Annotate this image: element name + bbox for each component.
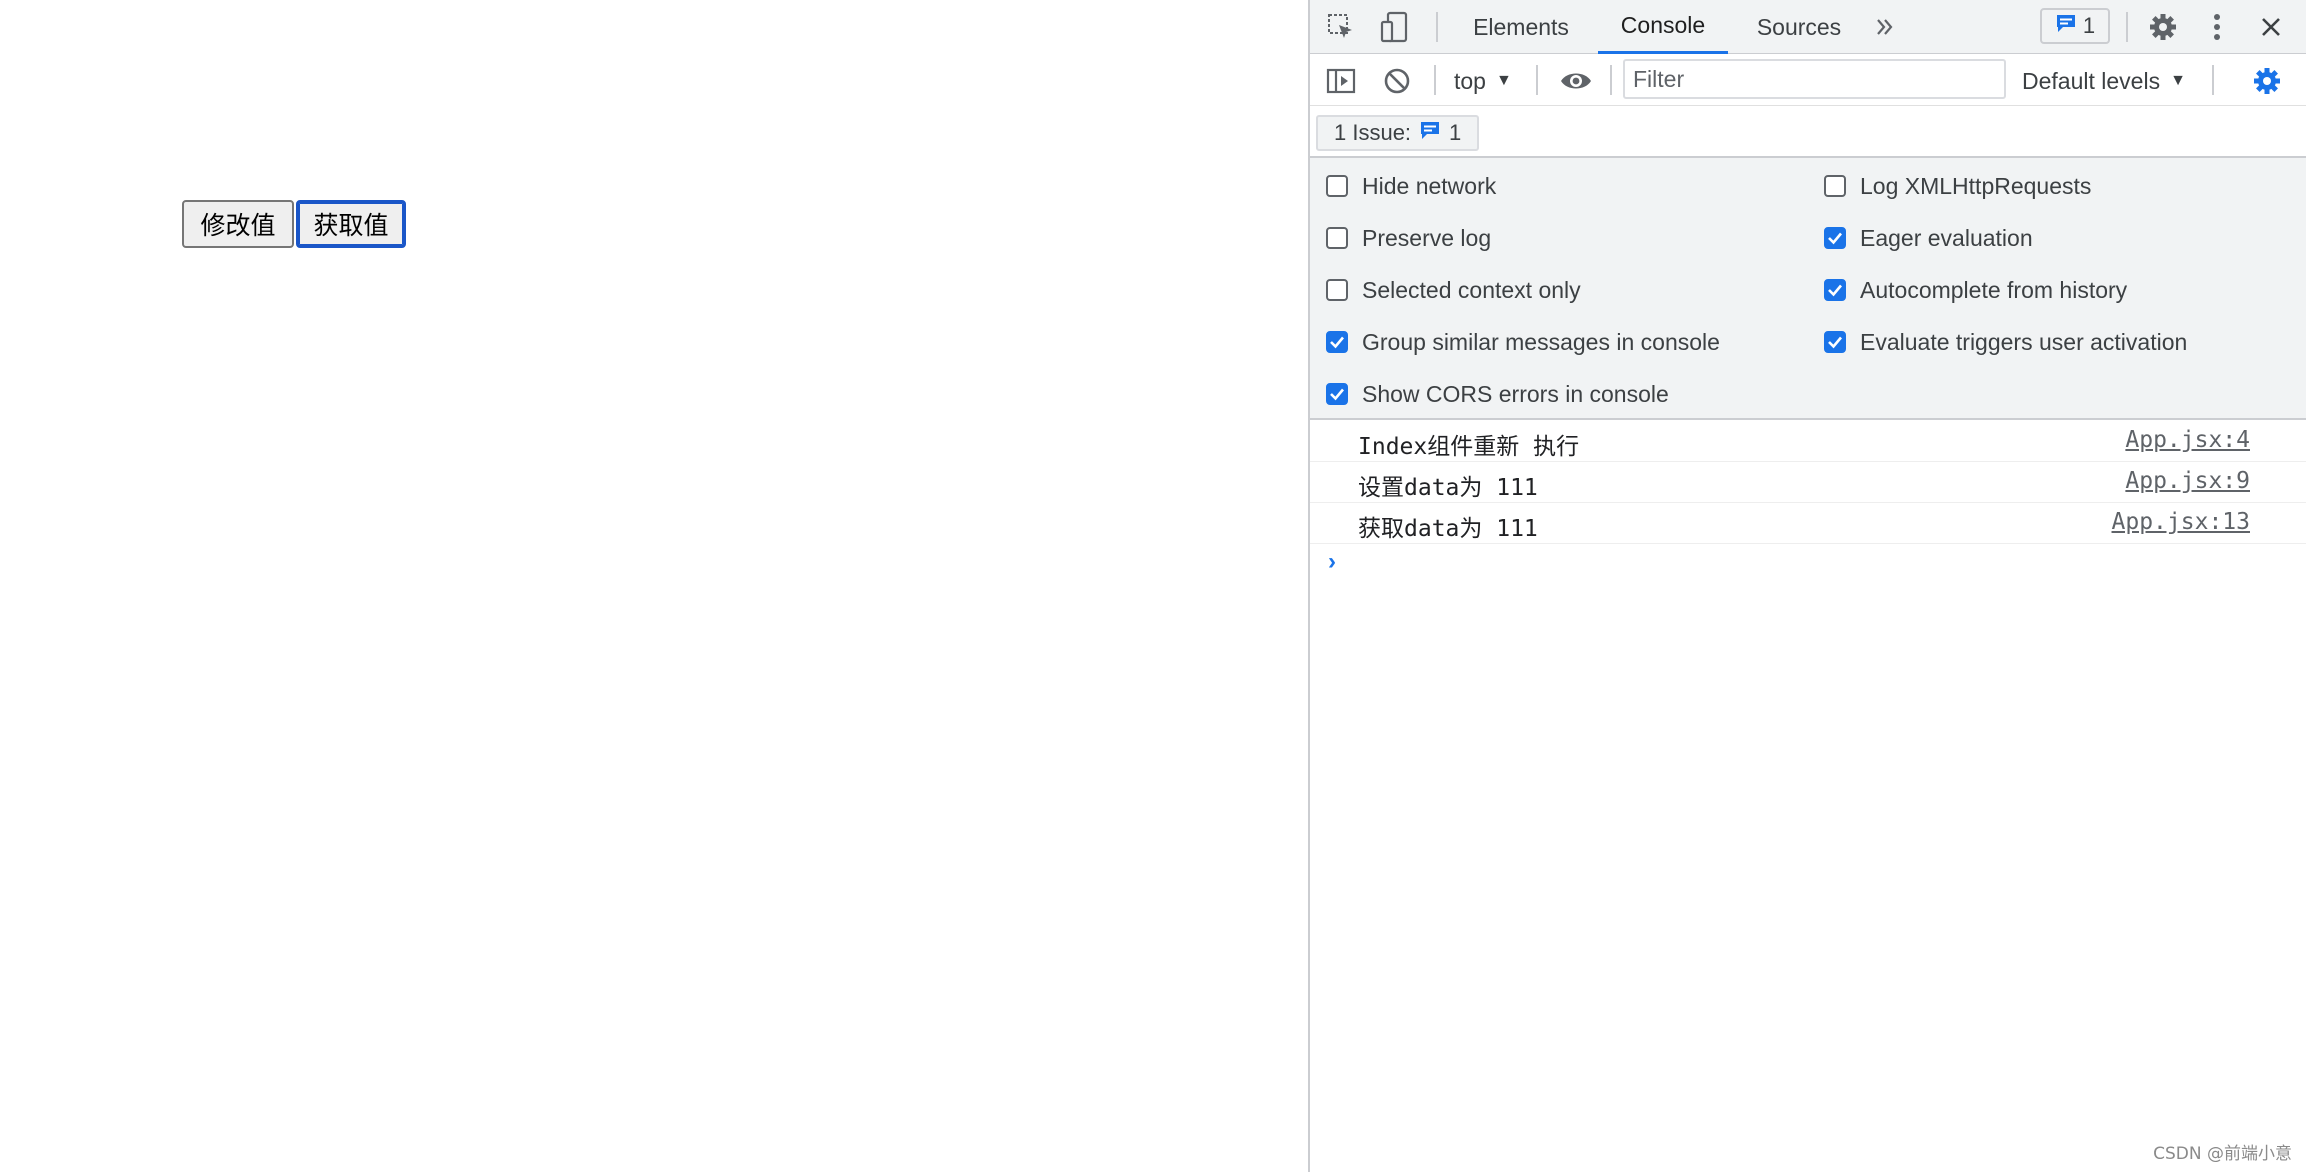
toolbar-separator (1536, 65, 1538, 95)
chevron-double-right-icon[interactable] (1870, 12, 1900, 42)
checkbox[interactable] (1326, 279, 1348, 301)
page-viewport: 修改值 获取值 (0, 0, 1308, 1172)
checkbox[interactable] (1326, 227, 1348, 249)
toolbar-separator (1610, 65, 1612, 95)
console-messages: Index组件重新 执行 App.jsx:4 设置data为 111 App.j… (1310, 421, 2306, 584)
caret-down-icon: ▼ (1495, 72, 1512, 89)
issues-badge-count: 1 (2082, 13, 2096, 38)
setting-autocomplete-history[interactable]: Autocomplete from history (1824, 270, 2127, 310)
toolbar-separator (1436, 12, 1438, 42)
console-settings-pane: Hide network Preserve log Selected conte… (1310, 158, 2306, 420)
issues-label: 1 Issue: (1334, 120, 1412, 145)
issues-bar: 1 Issue: 1 (1310, 107, 2306, 158)
checkbox[interactable] (1824, 227, 1846, 249)
checkbox[interactable] (1824, 175, 1846, 197)
prompt-chevron-icon: › (1328, 548, 1336, 575)
devtools-main-toolbar: Elements Console Sources 1 (1310, 0, 2306, 54)
console-toolbar: top ▼ Default levels ▼ (1310, 55, 2306, 106)
setting-label: Group similar messages in console (1362, 328, 1720, 355)
log-levels-selector[interactable]: Default levels ▼ (2022, 65, 2186, 97)
issues-link-button[interactable]: 1 Issue: 1 (1316, 115, 1480, 151)
setting-label: Selected context only (1362, 276, 1581, 303)
checkbox[interactable] (1326, 331, 1348, 353)
sidebar-toggle-icon[interactable] (1324, 64, 1358, 98)
message-text: 获取data为 111 (1358, 516, 1538, 542)
source-link[interactable]: App.jsx:9 (2125, 468, 2250, 494)
context-selector[interactable]: top ▼ (1454, 65, 1512, 97)
console-message: 设置data为 111 App.jsx:9 (1310, 462, 2306, 503)
settings-gear-icon[interactable] (2146, 10, 2180, 44)
checkbox[interactable] (1824, 279, 1846, 301)
setting-selected-context-only[interactable]: Selected context only (1326, 270, 1581, 310)
setting-label: Autocomplete from history (1860, 276, 2128, 303)
tab-console[interactable]: Console (1598, 0, 1728, 54)
toolbar-separator (2126, 12, 2128, 42)
message-text: Index组件重新 执行 (1358, 434, 1580, 460)
caret-down-icon: ▼ (2170, 72, 2186, 89)
close-icon[interactable] (2254, 10, 2288, 44)
setting-log-xmlhttprequests[interactable]: Log XMLHttpRequests (1824, 166, 2091, 206)
tab-sources[interactable]: Sources (1742, 0, 1856, 54)
tab-elements[interactable]: Elements (1458, 0, 1584, 54)
setting-show-cors-errors[interactable]: Show CORS errors in console (1326, 374, 1669, 414)
watermark: CSDN @前端小意 (2153, 1144, 2292, 1164)
setting-label: Evaluate triggers user activation (1860, 328, 2188, 355)
setting-preserve-log[interactable]: Preserve log (1326, 218, 1491, 258)
source-link[interactable]: App.jsx:13 (2112, 509, 2250, 535)
setting-label: Hide network (1362, 172, 1497, 199)
more-options-icon[interactable] (2200, 10, 2234, 44)
toolbar-separator (2212, 65, 2214, 95)
issues-badge-button[interactable]: 1 (2040, 8, 2110, 44)
setting-label: Eager evaluation (1860, 224, 2033, 251)
live-expression-eye-icon[interactable] (1556, 64, 1596, 98)
setting-group-similar[interactable]: Group similar messages in console (1326, 322, 1720, 362)
log-levels-label: Default levels (2022, 67, 2161, 94)
issues-count: 1 (1449, 120, 1462, 145)
console-prompt[interactable]: › (1310, 544, 2306, 584)
device-toolbar-icon[interactable] (1378, 8, 1412, 46)
filter-input[interactable] (1623, 59, 2006, 99)
checkbox[interactable] (1824, 331, 1846, 353)
message-text: 设置data为 111 (1358, 475, 1538, 501)
message-icon (1419, 119, 1441, 147)
checkbox[interactable] (1326, 383, 1348, 405)
message-icon (2055, 12, 2077, 40)
clear-console-icon[interactable] (1380, 64, 1414, 98)
console-message: Index组件重新 执行 App.jsx:4 (1310, 421, 2306, 462)
setting-hide-network[interactable]: Hide network (1326, 166, 1496, 206)
source-link[interactable]: App.jsx:4 (2125, 427, 2250, 453)
context-label: top (1454, 67, 1486, 94)
setting-label: Log XMLHttpRequests (1860, 172, 2092, 199)
devtools-panel: Elements Console Sources 1 top ▼ Filter … (1308, 0, 2306, 1172)
setting-evaluate-triggers[interactable]: Evaluate triggers user activation (1824, 322, 2187, 362)
setting-label: Preserve log (1362, 224, 1492, 251)
console-message: 获取data为 111 App.jsx:13 (1310, 503, 2306, 544)
console-settings-gear-icon[interactable] (2250, 64, 2284, 98)
get-value-button[interactable]: 获取值 (296, 200, 406, 248)
toolbar-separator (1434, 65, 1436, 95)
setting-eager-evaluation[interactable]: Eager evaluation (1824, 218, 2033, 258)
inspect-element-icon[interactable] (1324, 10, 1358, 44)
setting-label: Show CORS errors in console (1362, 380, 1669, 407)
checkbox[interactable] (1326, 175, 1348, 197)
modify-value-button[interactable]: 修改值 (182, 200, 294, 248)
